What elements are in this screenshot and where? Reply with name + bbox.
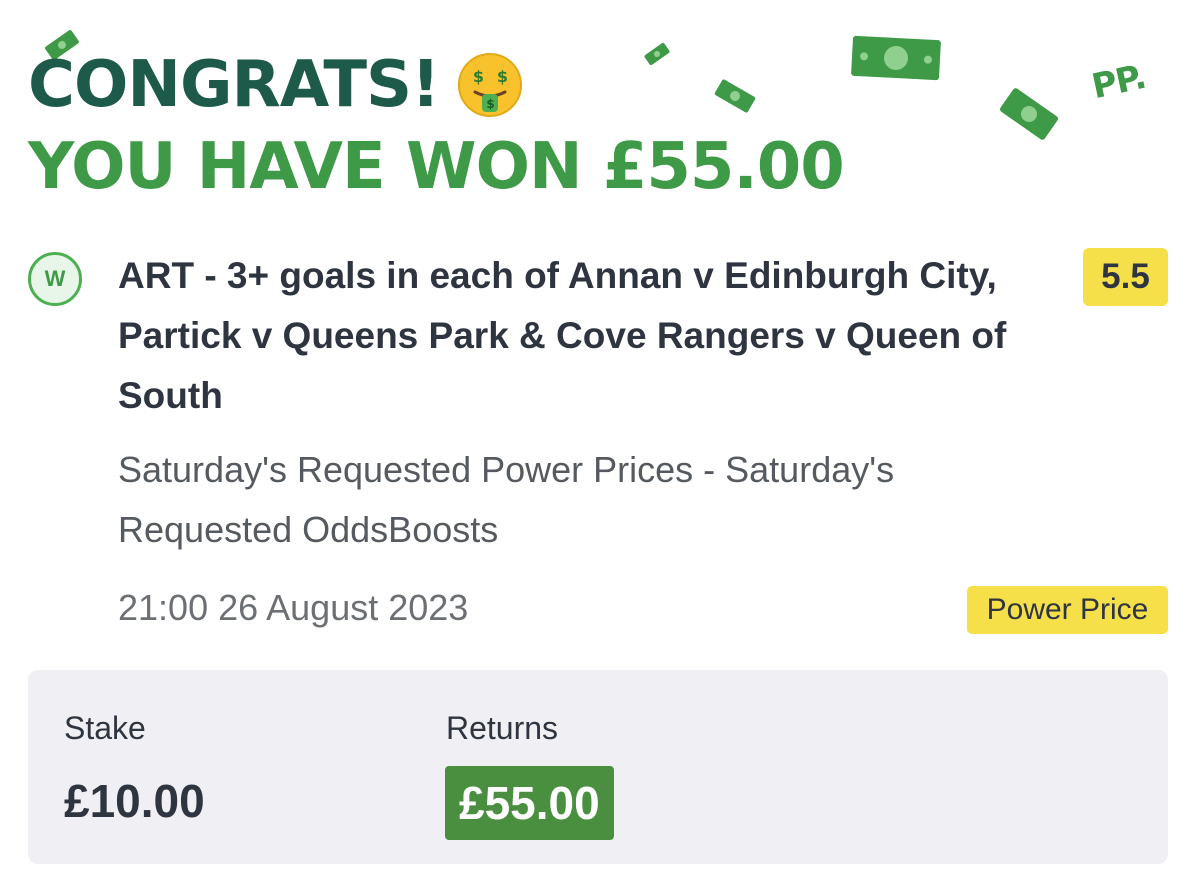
svg-text:$: $ [473,67,484,86]
bet-selection-title: ART - 3+ goals in each of Annan v Edinbu… [118,255,1007,416]
brand-logo: PP. [1088,56,1150,108]
congrats-text: CONGRATS! [28,48,440,122]
bet-win-card: PP. CONGRATS! $ $ $ YOU HAVE WON £55.00 … [0,0,1198,888]
market-name: Saturday's Requested Power Prices - Satu… [118,449,895,550]
returns-label: Returns [446,710,559,746]
stake-label: Stake [64,710,146,746]
congrats-heading: CONGRATS! $ $ $ [28,52,523,118]
banknote-icon [714,79,756,113]
banknote-icon [644,42,670,66]
stake-value: £10.00 [64,775,205,827]
event-datetime: 21:00 26 August 2023 [118,587,469,628]
money-mouth-face-icon: $ $ $ [458,53,523,117]
svg-text:$: $ [497,67,508,86]
won-amount-heading: YOU HAVE WON £55.00 [28,130,845,204]
win-result-badge: W [28,252,82,306]
returns-value: £55.00 [445,766,614,840]
banknote-icon [851,35,941,81]
odds-badge: 5.5 [1083,248,1168,306]
svg-text:$: $ [487,97,495,111]
power-price-badge: Power Price [967,586,1168,634]
bet-summary-panel: Stake £10.00 Returns £55.00 [28,670,1168,864]
banknote-icon [1000,88,1058,140]
